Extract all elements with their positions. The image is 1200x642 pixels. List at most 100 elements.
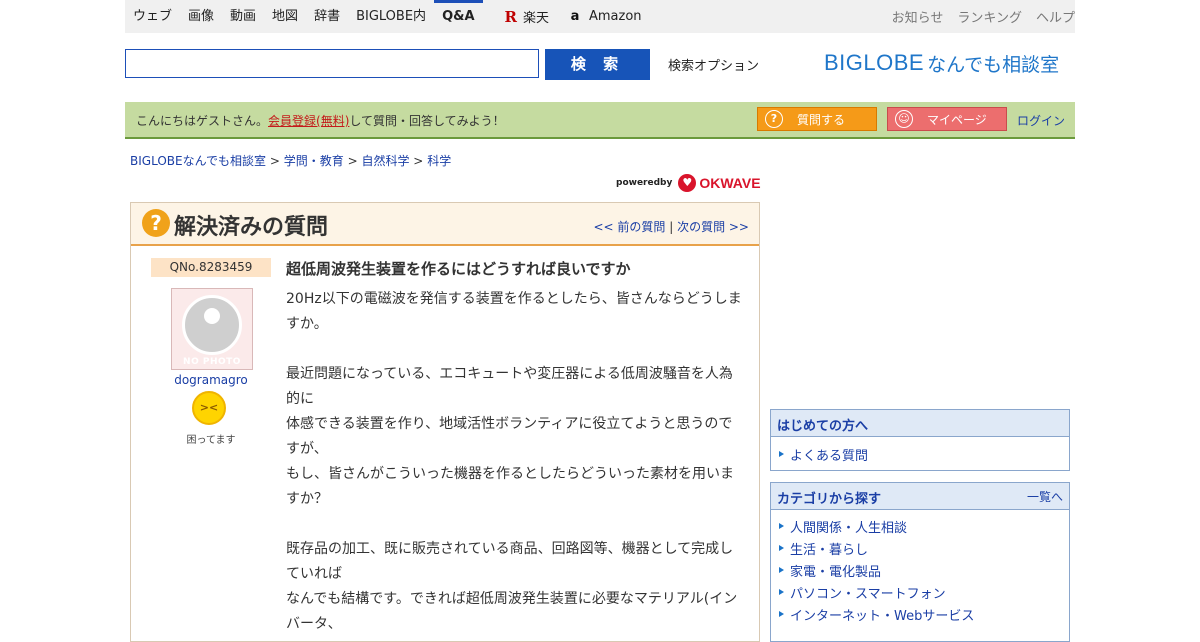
ask-question-button[interactable]: ? 質問する [757, 107, 877, 131]
question-icon: ? [765, 110, 783, 128]
avatar[interactable]: NO PHOTO [171, 288, 253, 370]
sidebar-beginners-list: よくある質問 [771, 437, 1069, 465]
brand-logo[interactable]: BIGLOBE なんでも相談室 [824, 48, 1059, 78]
smiley-icon: ☺ [895, 110, 913, 128]
mypage-label: マイページ [927, 112, 987, 127]
nav-item-qa[interactable]: Q&A [433, 0, 484, 33]
breadcrumb-item-home[interactable]: BIGLOBEなんでも相談室 [130, 154, 266, 168]
question-body-line: 最近問題になっている、エコキュートや変圧器による低周波騒音を人為 [286, 366, 733, 382]
arrow-right-icon [779, 567, 784, 573]
nav-item-rakuten[interactable]: R 楽天 [504, 7, 549, 27]
breadcrumb-item-education[interactable]: 学問・教育 [284, 154, 344, 168]
arrow-right-icon [779, 451, 784, 457]
question-panel: ? 解決済みの質問 << 前の質問 | 次の質問 >> QNo.8283459 … [130, 202, 760, 642]
sidebar-item-label: 人間関係・人生相談 [790, 520, 908, 536]
breadcrumb-separator: > [347, 154, 358, 168]
top-nav-right: お知らせ ランキング ヘルプ [878, 0, 1075, 33]
sidebar-item-label: よくある質問 [790, 448, 869, 464]
search-input[interactable] [125, 49, 539, 78]
sidebar-categories-list: 人間関係・人生相談 生活・暮らし 家電・電化製品 パソコン・スマートフォン イン… [771, 510, 1069, 625]
login-link[interactable]: ログイン [1017, 112, 1065, 129]
register-link[interactable]: 会員登録(無料) [268, 114, 349, 128]
arrow-right-icon [779, 611, 784, 617]
nav-item-web[interactable]: ウェブ [133, 0, 172, 33]
guest-greeting: こんにちはゲストさん。 [136, 114, 269, 128]
nav-link-help[interactable]: ヘルプ [1036, 7, 1075, 26]
question-body-line: なんでも結構です。できれば超低周波発生装置に必要なマテリアル(イン [286, 591, 738, 607]
sidebar-categories-box: カテゴリから探す 一覧へ 人間関係・人生相談 生活・暮らし 家電・電化製品 パソ… [770, 482, 1070, 642]
okwave-logo-text: OKWAVE [699, 175, 761, 191]
sidebar-item-living[interactable]: 生活・暮らし [779, 537, 1069, 559]
question-body-line: もし、皆さんがこういった機器を作るとしたらどういった素材を用いま [286, 466, 734, 482]
mypage-button[interactable]: ☺ マイページ [887, 107, 1007, 131]
brand-logo-text: BIGLOBE [824, 50, 925, 75]
question-body-line: すか？ [286, 491, 328, 507]
nav-link-ranking[interactable]: ランキング [957, 7, 1022, 26]
nav-item-map[interactable]: 地図 [272, 0, 298, 33]
question-body-line: バータ、 [286, 616, 342, 632]
question-header-title: 解決済みの質問 [174, 215, 329, 240]
top-nav-bar: ウェブ 画像 動画 地図 辞書 BIGLOBE内 Q&A R 楽天 a Amaz… [125, 0, 1075, 33]
sidebar-item-label: インターネット・Webサービス [790, 608, 975, 624]
powered-by-okwave[interactable]: poweredby ♥ OKWAVE [616, 174, 761, 192]
question-body-line: 既存品の加工、既に販売されている商品、回路図等、機器として完成し [286, 541, 734, 557]
sidebar-categories-header: カテゴリから探す 一覧へ [771, 483, 1069, 510]
guest-bar: こんにちはゲストさん。会員登録(無料)して質問・回答してみよう！ ? 質問する … [125, 102, 1075, 139]
question-body-line: 20Hz以下の電磁波を発信する装置を作るとしたら、皆さんならどうしま [286, 291, 742, 307]
nav-item-video[interactable]: 動画 [230, 0, 256, 33]
category-list-link[interactable]: 一覧へ [1027, 488, 1063, 505]
sidebar-item-faq[interactable]: よくある質問 [779, 443, 1069, 465]
question-body-line [286, 337, 746, 362]
next-question-link[interactable]: 次の質問 >> [677, 220, 749, 234]
top-nav-left: ウェブ 画像 動画 地図 辞書 BIGLOBE内 Q&A R 楽天 a Amaz… [125, 0, 642, 33]
rakuten-logo-icon: R [504, 7, 517, 26]
sidebar-item-pc-smartphone[interactable]: パソコン・スマートフォン [779, 581, 1069, 603]
avatar-no-photo-label: NO PHOTO [183, 357, 241, 367]
question-body: 20Hz以下の電磁波を発信する装置を作るとしたら、皆さんならどうしま すか。 最… [286, 287, 746, 637]
nav-link-news[interactable]: お知らせ [892, 7, 944, 26]
username-link[interactable]: dogramagro [151, 373, 271, 387]
question-body-line [286, 512, 746, 537]
guest-greeting-suffix: して質問・回答してみよう！ [349, 114, 505, 128]
search-options-link[interactable]: 検索オプション [668, 55, 759, 74]
troubled-face-icon: >< [192, 391, 226, 425]
powered-by-label: poweredby [616, 178, 673, 188]
question-body-line: 的に [286, 391, 314, 407]
question-body-line: 体感できる装置を作り、地域活性ボランティアに役立てようと思うので [286, 416, 733, 432]
sidebar-beginners-box: はじめての方へ よくある質問 [770, 409, 1070, 471]
brand-service-name: なんでも相談室 [927, 53, 1060, 76]
search-button[interactable]: 検 索 [545, 49, 650, 80]
breadcrumb-separator: > [269, 154, 280, 168]
arrow-right-icon [779, 523, 784, 529]
question-title: 超低周波発生装置を作るにはどうすれば良いですか [286, 260, 631, 278]
sidebar-item-label: 生活・暮らし [790, 542, 869, 558]
breadcrumb-item-natural-science[interactable]: 自然科学 [361, 154, 409, 168]
sidebar-beginners-title: はじめての方へ [777, 419, 869, 434]
question-header: ? 解決済みの質問 << 前の質問 | 次の質問 >> [131, 203, 759, 246]
sidebar-item-label: パソコン・スマートフォン [790, 586, 946, 602]
nav-item-dictionary[interactable]: 辞書 [314, 0, 340, 33]
sidebar-item-appliances[interactable]: 家電・電化製品 [779, 559, 1069, 581]
arrow-right-icon [779, 589, 784, 595]
okwave-heart-icon: ♥ [678, 174, 697, 192]
ask-question-label: 質問する [797, 112, 846, 127]
prev-question-link[interactable]: << 前の質問 [593, 220, 665, 234]
arrow-right-icon [779, 545, 784, 551]
sidebar-item-internet[interactable]: インターネット・Webサービス [779, 603, 1069, 625]
question-mark-icon: ? [142, 209, 170, 237]
mood-label: 困ってます [186, 435, 236, 446]
nav-item-biglobe[interactable]: BIGLOBE内 [356, 0, 426, 33]
nav-item-amazon[interactable]: a Amazon [567, 9, 642, 25]
breadcrumb-item-science[interactable]: 科学 [427, 154, 451, 168]
question-body-line: ていれば [286, 566, 342, 582]
question-pagination: << 前の質問 | 次の質問 >> [593, 220, 749, 234]
nav-item-images[interactable]: 画像 [188, 0, 214, 33]
guest-message: こんにちはゲストさん。会員登録(無料)して質問・回答してみよう！ [136, 112, 505, 129]
sidebar-categories-title: カテゴリから探す [777, 492, 882, 507]
breadcrumb-separator: > [413, 154, 424, 168]
rakuten-label: 楽天 [522, 11, 549, 26]
question-number: QNo.8283459 [151, 258, 271, 277]
sidebar-item-relationships[interactable]: 人間関係・人生相談 [779, 515, 1069, 537]
breadcrumb: BIGLOBEなんでも相談室 > 学問・教育 > 自然科学 > 科学 [130, 152, 451, 169]
sidebar-beginners-header: はじめての方へ [771, 410, 1069, 437]
